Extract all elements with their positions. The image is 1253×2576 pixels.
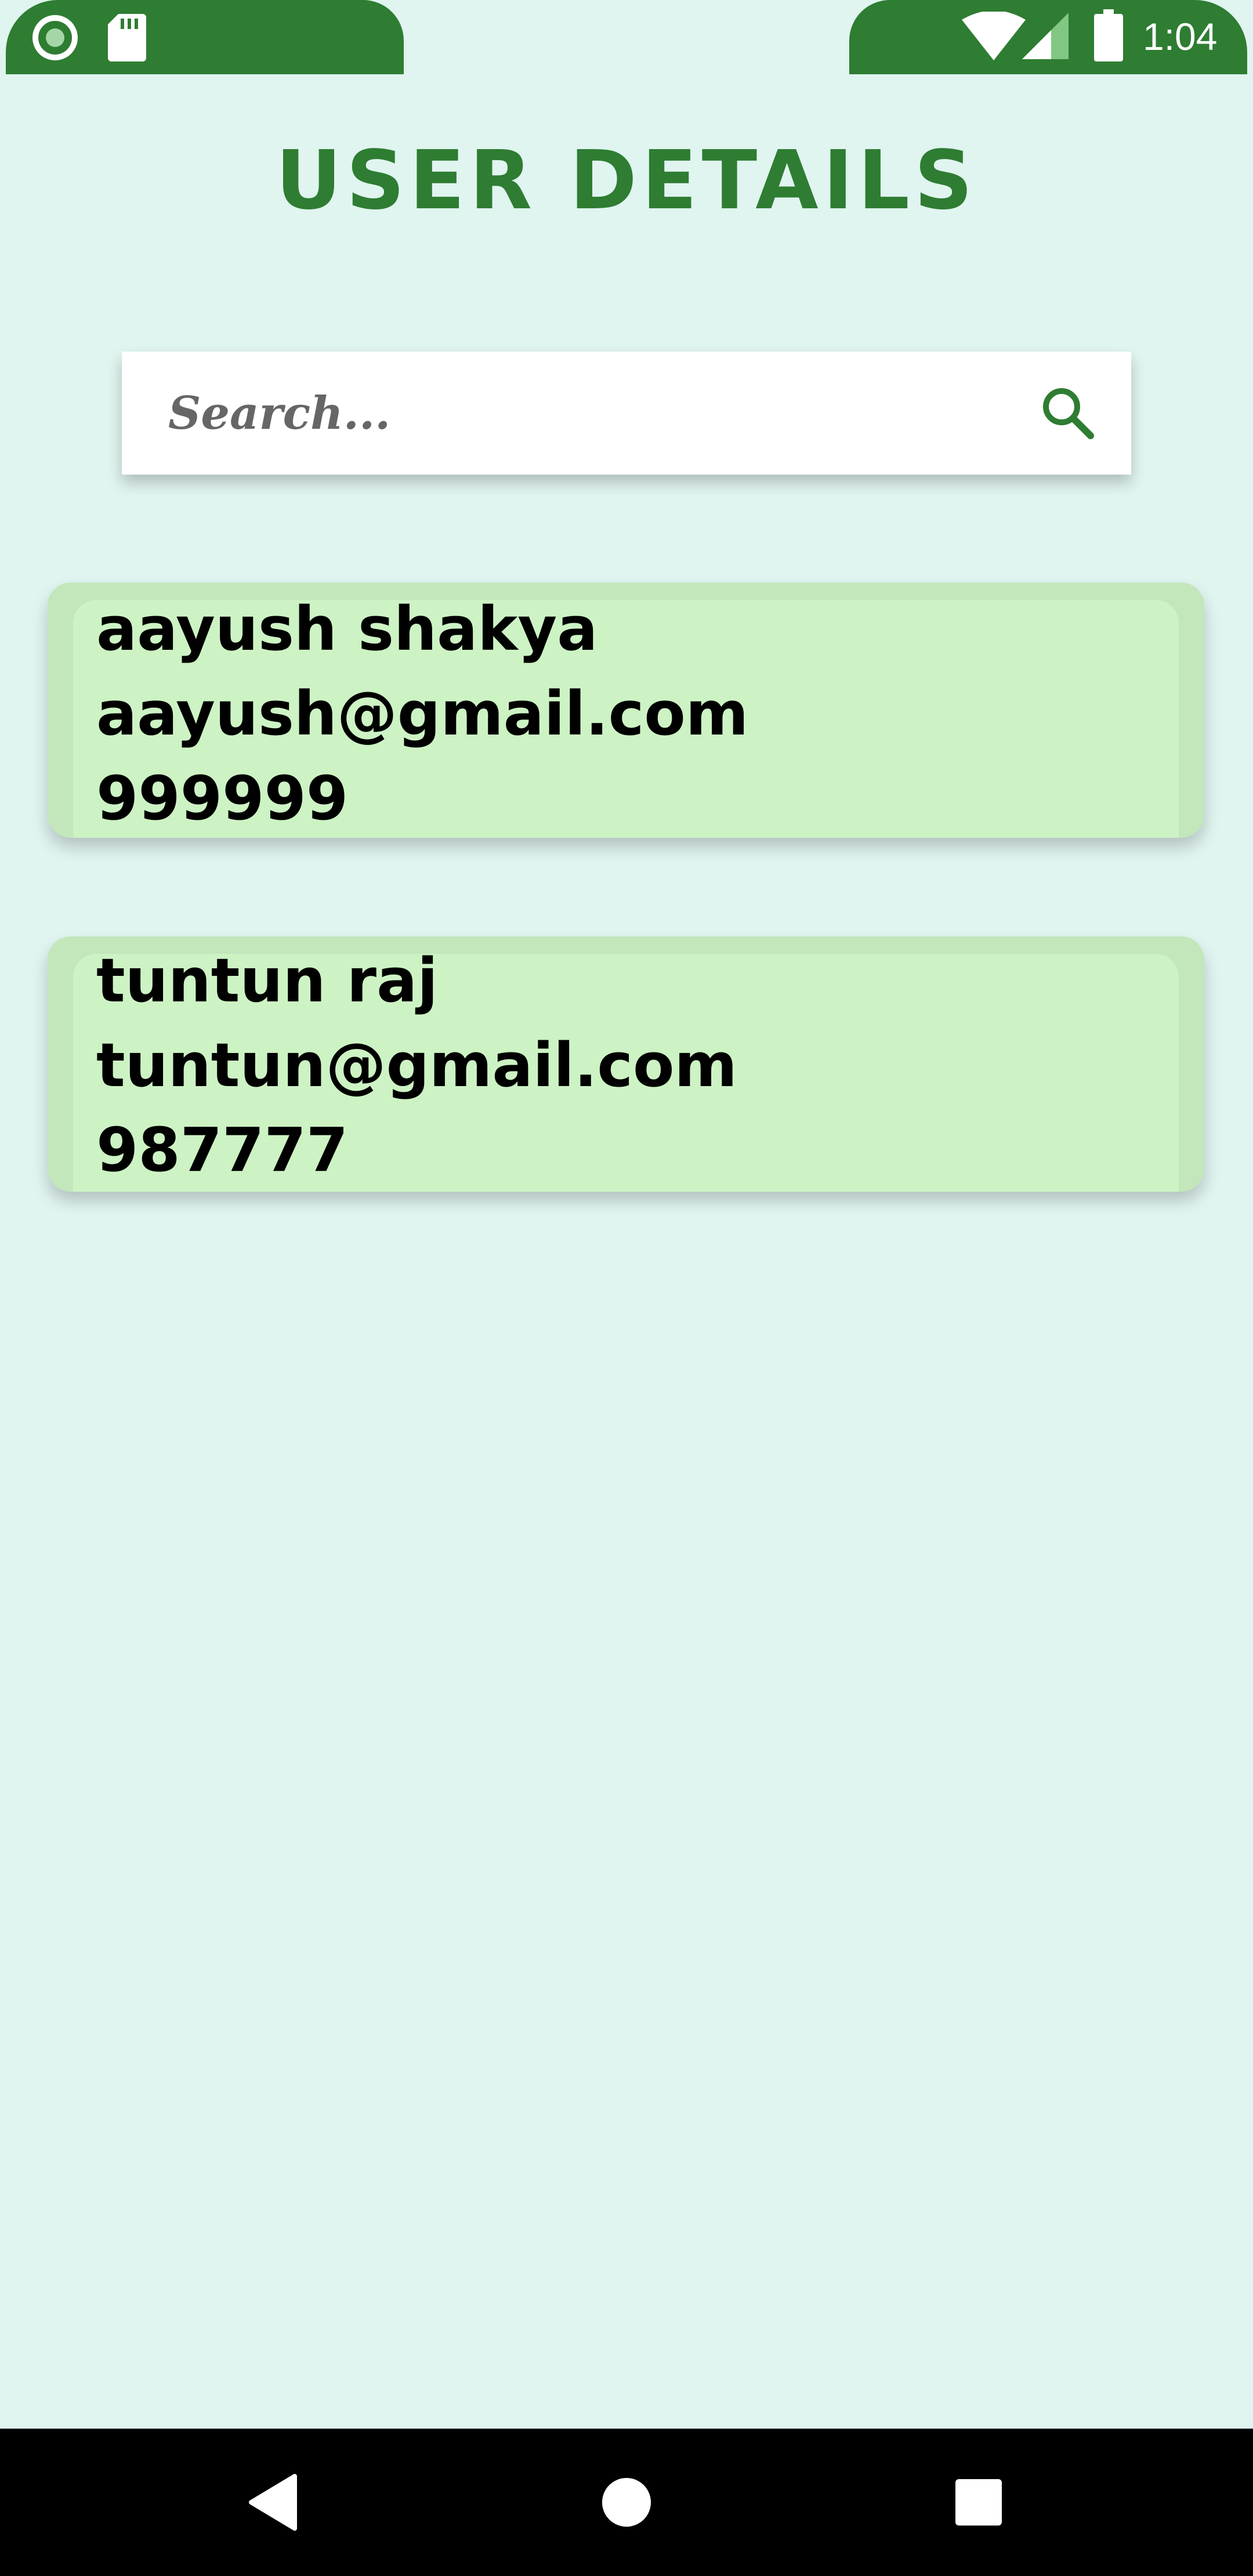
- user-card[interactable]: tuntun raj tuntun@gmail.com 987777: [48, 936, 1204, 1192]
- status-time: 1:04: [1143, 15, 1218, 58]
- user-card[interactable]: aayush shakya aayush@gmail.com 999999: [48, 583, 1204, 838]
- home-icon[interactable]: [589, 2465, 664, 2540]
- user-details-screen: 1:04 USER DETAILS aayush shakya aayush@g…: [0, 0, 1253, 2576]
- recents-icon[interactable]: [941, 2465, 1016, 2540]
- user-email: tuntun@gmail.com: [96, 1030, 737, 1101]
- user-phone: 999999: [96, 763, 349, 834]
- radio-icon: [32, 15, 78, 60]
- cellular-signal-icon: [1022, 13, 1069, 59]
- search-bar: [122, 352, 1131, 475]
- sd-card-icon: [108, 14, 146, 61]
- search-input[interactable]: [168, 375, 1015, 451]
- user-phone: 987777: [96, 1115, 349, 1185]
- search-icon[interactable]: [1038, 383, 1096, 442]
- user-email: aayush@gmail.com: [96, 678, 749, 749]
- user-name: tuntun raj: [96, 945, 438, 1016]
- wifi-icon: [962, 12, 1026, 60]
- back-icon[interactable]: [237, 2465, 312, 2540]
- battery-icon: [1094, 9, 1123, 61]
- page-title: USER DETAILS: [276, 133, 977, 228]
- user-name: aayush shakya: [96, 594, 598, 664]
